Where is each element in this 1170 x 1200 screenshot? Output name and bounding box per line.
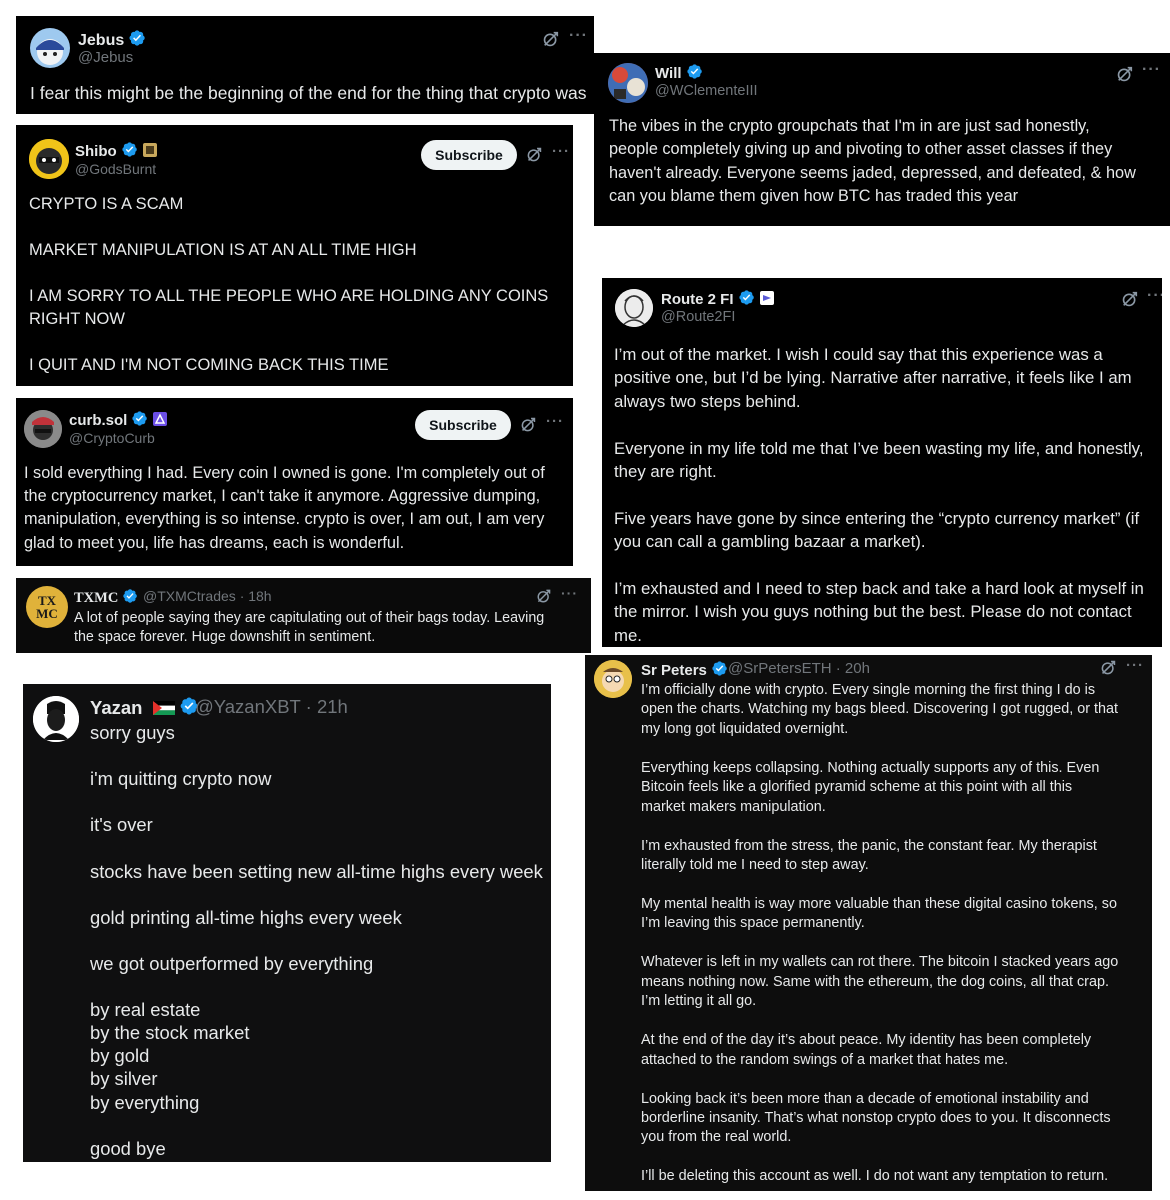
more-options-icon[interactable]: ··· [1126,657,1144,674]
verified-badge-icon [121,141,138,158]
user-handle[interactable]: @GodsBurnt [75,161,156,177]
display-name[interactable]: Sr Peters [641,660,728,679]
more-options-icon[interactable]: ··· [1147,287,1162,305]
more-options-icon[interactable]: ··· [552,143,570,160]
verified-badge-icon [131,410,148,427]
display-name[interactable]: Route 2 FI [661,289,774,308]
display-name[interactable]: Will [655,63,703,82]
user-handle: @SrPetersETH · 20h [728,660,870,677]
avatar[interactable] [30,28,70,68]
display-name[interactable]: Shibo [75,141,157,160]
tweet-card-shibo: Shibo @GodsBurnt Subscribe ··· CRYPTO IS… [16,125,573,386]
avatar[interactable] [615,289,653,327]
verified-badge-icon [686,63,703,80]
tweet-text: CRYPTO IS A SCAM MARKET MANIPULATION IS … [29,195,549,374]
verified-badge-icon [128,29,146,47]
tweet-time[interactable]: · 20h [836,660,870,677]
tweet-card-yazan: Yazan @YazanXBT · 21h sorry guys i'm qui… [23,684,551,1162]
display-name[interactable]: Jebus [78,29,146,50]
user-handle[interactable]: @WClementeIII [655,83,758,99]
grok-icon[interactable] [520,416,537,433]
tweet-time[interactable]: · 21h [306,696,348,717]
subscribe-button[interactable]: Subscribe [415,410,511,440]
more-options-icon[interactable]: ··· [1142,61,1161,79]
grok-icon[interactable] [542,30,560,48]
tweet-card-route2fi: Route 2 FI @Route2FI ··· I’m out of the … [602,278,1162,647]
avatar[interactable]: TX MC [26,586,68,628]
tweet-text: I’m officially done with crypto. Every s… [641,682,1119,1185]
tweet-text: I’m out of the market. I wish I could sa… [614,345,1144,645]
avatar[interactable] [29,139,69,179]
display-name[interactable]: Yazan [90,696,199,719]
grok-icon[interactable] [1121,290,1139,308]
avatar[interactable] [608,63,648,103]
tweet-card-txmc: TX MC TXMC @TXMCtrades · 18h ··· A lot o… [16,578,591,653]
flag-icon [152,701,175,715]
verified-badge-icon [122,588,138,604]
tweet-text: The vibes in the crypto groupchats that … [609,117,1136,205]
display-name[interactable]: curb.sol [69,410,168,429]
grok-icon[interactable] [1100,659,1117,676]
avatar-logo-text: TX MC [36,593,58,621]
avatar[interactable] [33,696,79,742]
tweet-card-will: Will @WClementeIII ··· The vibes in the … [594,53,1170,226]
more-options-icon[interactable]: ··· [569,27,588,45]
affiliate-badge-icon [759,291,774,305]
tweet-card-srpeters: Sr Peters @SrPetersETH · 20h ··· I’m off… [585,655,1152,1191]
display-name[interactable]: TXMC [74,588,138,607]
verified-badge-icon [711,660,728,677]
verified-badge-icon [738,289,755,306]
user-handle[interactable]: @Jebus [78,49,133,66]
tweet-text: I fear this might be the beginning of th… [30,83,587,103]
tweet-text: sorry guys i'm quitting crypto now it's … [90,722,543,1159]
affiliate-badge-icon [153,412,168,426]
avatar[interactable] [24,410,62,448]
tweet-card-curb: curb.sol @CryptoCurb Subscribe ··· I sol… [16,398,573,566]
tweet-text: A lot of people saying they are capitula… [74,610,545,645]
tweet-card-jebus: Jebus @Jebus ··· I fear this might be th… [16,16,594,114]
user-handle[interactable]: @CryptoCurb [69,430,155,446]
grok-icon[interactable] [1116,65,1134,83]
user-handle: @TXMCtrades · 18h [143,588,272,604]
avatar[interactable] [594,660,632,698]
tweet-time[interactable]: · 18h [240,588,272,604]
more-options-icon[interactable]: ··· [546,413,564,430]
tweet-text: I sold everything I had. Every coin I ow… [24,464,545,552]
user-handle[interactable]: @Route2FI [661,309,735,325]
subscribe-button[interactable]: Subscribe [421,140,517,170]
grok-icon[interactable] [526,146,543,163]
user-handle: @YazanXBT · 21h [195,696,348,717]
more-options-icon[interactable]: ··· [561,585,578,601]
affiliate-badge-icon [142,143,157,157]
grok-icon[interactable] [536,588,552,604]
